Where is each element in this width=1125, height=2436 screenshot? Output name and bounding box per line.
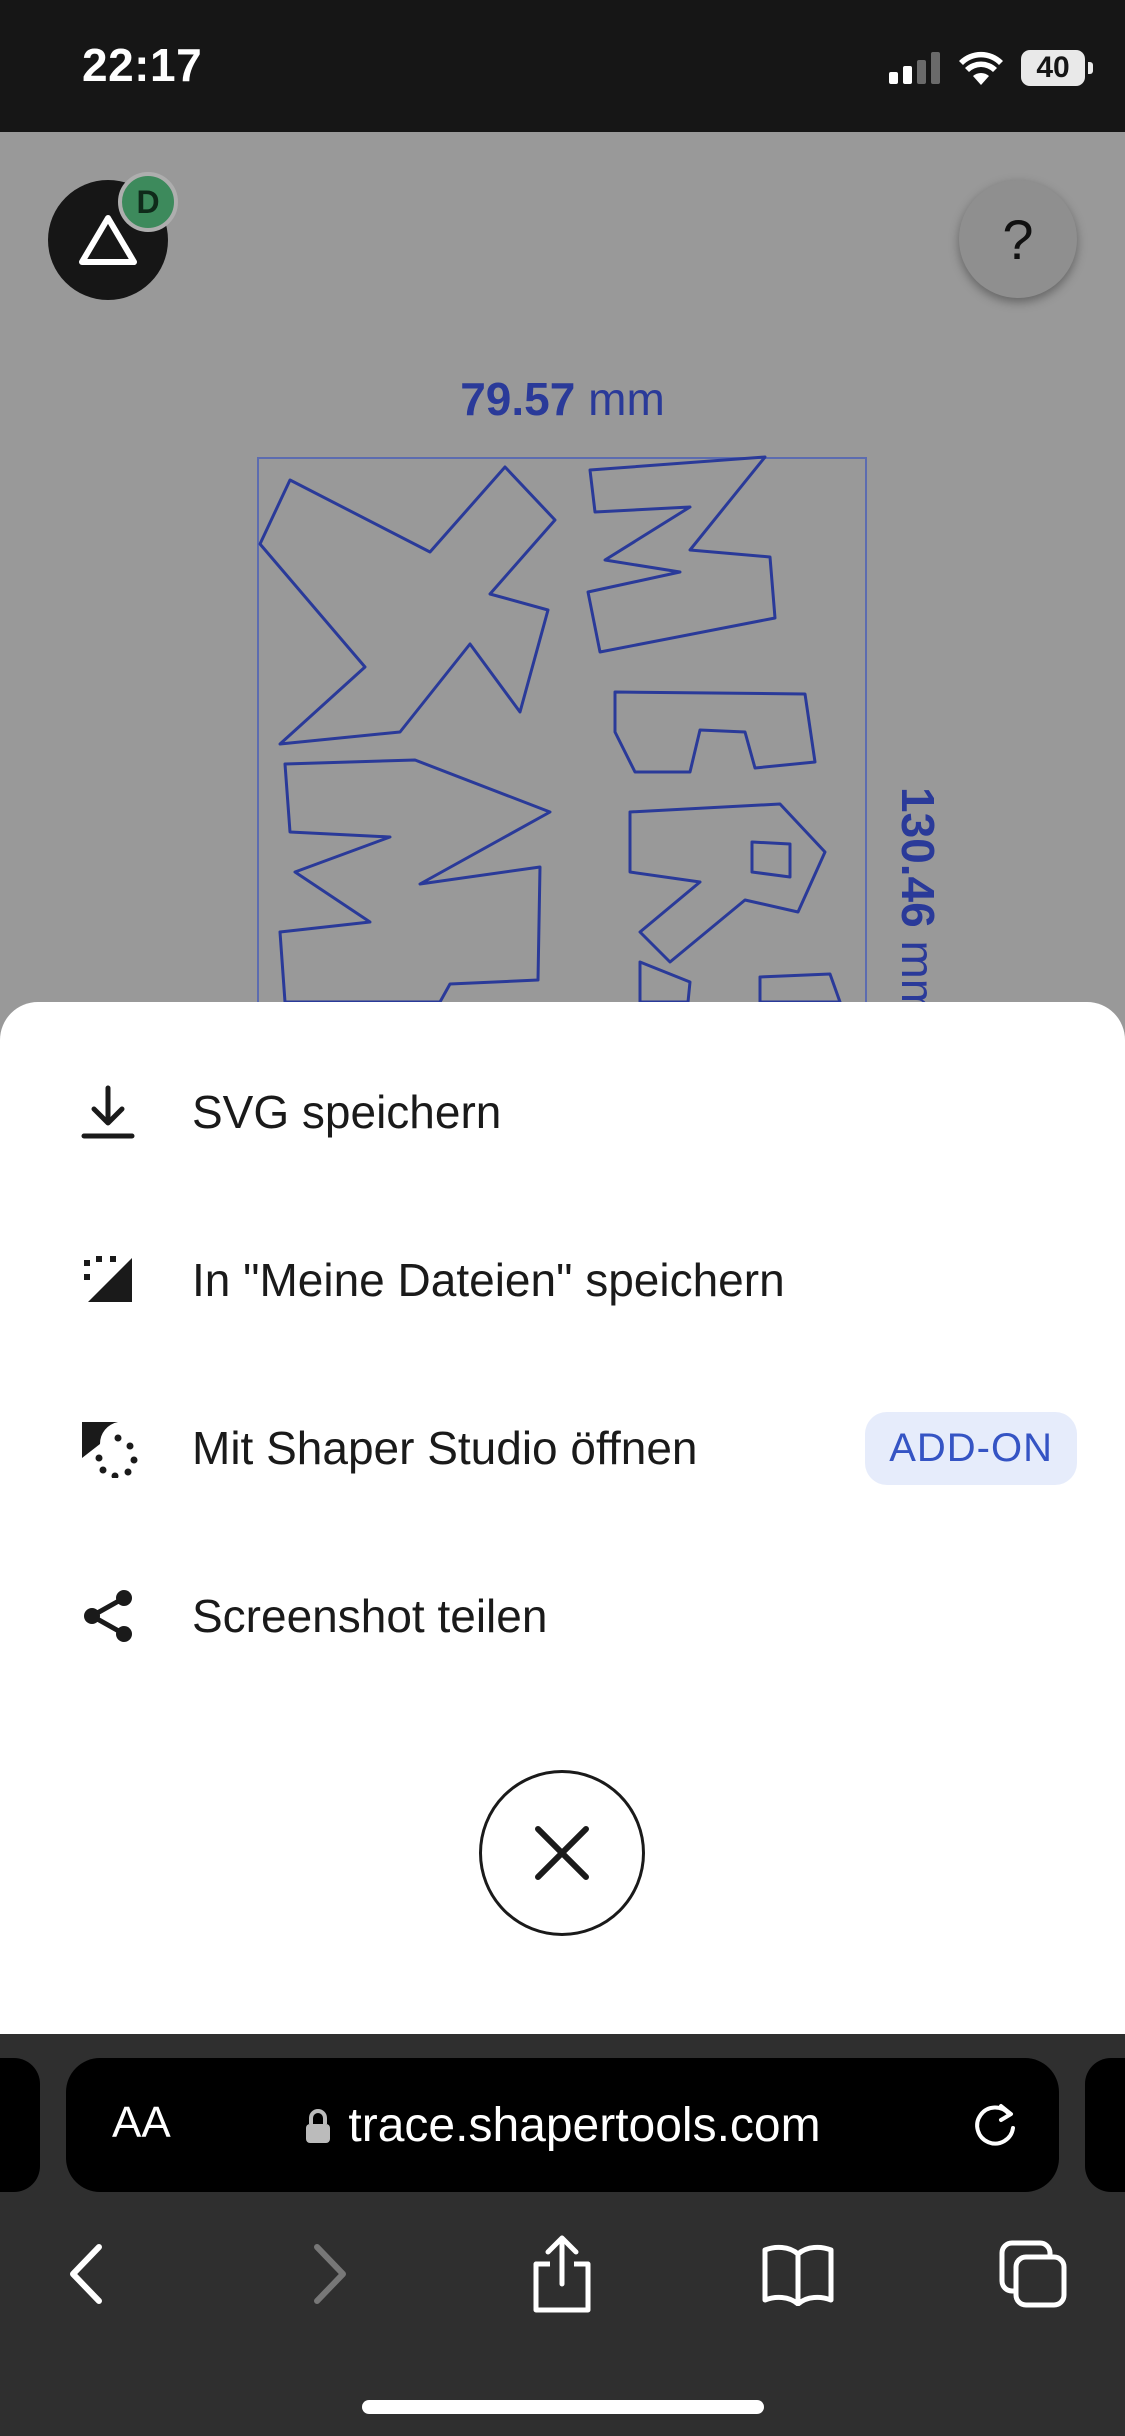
help-button[interactable]: ? (959, 180, 1077, 298)
close-button[interactable] (479, 1770, 645, 1936)
menu-item-save-svg[interactable]: SVG speichern (0, 1052, 1125, 1172)
menu-item-save-to-files[interactable]: In "Meine Dateien" speichern (0, 1220, 1125, 1340)
previous-tab-preview[interactable] (0, 2058, 40, 2192)
url-display[interactable]: trace.shapertools.com (66, 2098, 1059, 2156)
avatar[interactable]: D (118, 172, 178, 232)
url-text: trace.shapertools.com (348, 2099, 821, 2152)
download-icon (74, 1078, 142, 1146)
home-indicator (362, 2400, 764, 2414)
trace-canvas[interactable]: D ? 79.57 mm 130.46 mm (0, 132, 1125, 1002)
width-dimension-label: 79.57 mm (0, 372, 1125, 426)
menu-item-label: In "Meine Dateien" speichern (192, 1254, 785, 1306)
share-icon (74, 1582, 142, 1650)
lock-icon (304, 2101, 332, 2156)
action-sheet: SVG speichern In "Meine Dateien" speiche… (0, 1002, 1125, 2034)
reload-icon[interactable] (969, 2098, 1021, 2155)
height-dimension-label: 130.46 mm (891, 787, 945, 1002)
save-to-files-icon (74, 1246, 142, 1314)
status-time: 22:17 (82, 39, 203, 91)
tabs-button[interactable] (994, 2234, 1074, 2314)
bookmarks-button[interactable] (758, 2234, 838, 2314)
traced-drawing (257, 455, 867, 1002)
width-value: 79.57 (460, 373, 576, 425)
menu-item-label: SVG speichern (192, 1086, 502, 1138)
status-icons: 40 (889, 50, 1093, 86)
menu-item-label: Mit Shaper Studio öffnen (192, 1422, 698, 1474)
address-bar[interactable]: AA trace.shapertools.com (66, 2058, 1059, 2192)
battery-icon: 40 (1021, 50, 1093, 86)
next-tab-preview[interactable] (1085, 2058, 1125, 2192)
height-unit: mm (892, 940, 944, 1002)
wifi-icon (959, 51, 1003, 85)
book-icon (762, 2244, 834, 2306)
add-on-badge: ADD-ON (865, 1411, 1077, 1485)
signal-icon (889, 52, 940, 84)
menu-item-open-shaper-studio[interactable]: Mit Shaper Studio öffnen ADD-ON (0, 1388, 1125, 1508)
height-value: 130.46 (892, 787, 944, 928)
status-bar: 22:17 40 (0, 0, 1125, 132)
chevron-right-icon (314, 2244, 346, 2304)
forward-button[interactable] (290, 2234, 370, 2314)
back-button[interactable] (46, 2234, 126, 2314)
tabs-icon (999, 2240, 1067, 2308)
width-unit: mm (588, 373, 665, 425)
share-button[interactable] (522, 2234, 602, 2314)
menu-item-share-screenshot[interactable]: Screenshot teilen (0, 1556, 1125, 1676)
menu-item-label: Screenshot teilen (192, 1590, 548, 1642)
share-sheet-icon (533, 2235, 591, 2313)
chevron-left-icon (70, 2244, 102, 2304)
close-icon (535, 1826, 589, 1880)
browser-bar: AA trace.shapertools.com (0, 2034, 1125, 2436)
shaper-studio-icon (74, 1414, 142, 1482)
